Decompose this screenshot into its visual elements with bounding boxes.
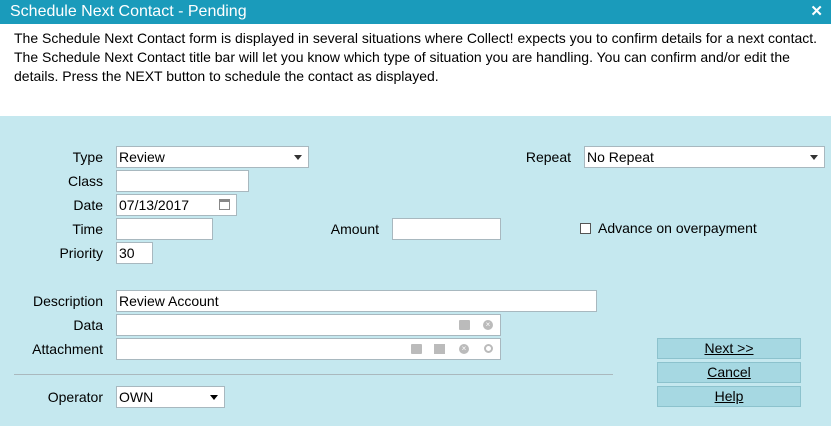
type-label: Type [72,149,103,165]
priority-input[interactable]: 30 [116,242,153,264]
calendar-icon[interactable] [219,199,230,210]
cancel-button[interactable]: Cancel [657,362,801,383]
folder-icon[interactable] [459,320,470,330]
attachment-input[interactable]: × [116,338,501,360]
operator-label: Operator [47,389,103,405]
next-button[interactable]: Next >> [657,338,801,359]
date-value: 07/13/2017 [119,197,190,213]
description-label: Description [32,293,103,309]
data-label: Data [73,317,103,333]
search-icon[interactable] [484,344,493,353]
folder-icon[interactable] [411,344,422,354]
date-label: Date [73,197,103,213]
window-title: Schedule Next Contact - Pending [10,3,247,20]
info-text: The Schedule Next Contact form is displa… [14,30,818,84]
description-input[interactable]: Review Account [116,290,597,312]
amount-input[interactable] [392,218,501,240]
dropdown-arrow-icon [210,395,218,400]
class-input[interactable] [116,170,249,192]
operator-value: OWN [119,389,154,405]
help-button[interactable]: Help [657,386,801,407]
type-value: Review [119,149,165,165]
data-input[interactable]: × [116,314,501,336]
time-label: Time [72,221,103,237]
advance-label: Advance on overpayment [598,220,757,236]
info-panel: The Schedule Next Contact form is displa… [0,24,831,116]
dropdown-arrow-icon [294,155,302,160]
repeat-label: Repeat [525,149,571,165]
description-value: Review Account [119,293,219,309]
attachment-label: Attachment [32,341,103,357]
type-select[interactable]: Review [116,146,309,168]
priority-value: 30 [119,245,135,261]
date-input[interactable]: 07/13/2017 [116,194,237,216]
clear-icon[interactable]: × [483,320,493,330]
clear-icon[interactable]: × [459,344,469,354]
separator [14,374,613,375]
repeat-value: No Repeat [587,149,654,165]
print-icon[interactable] [434,344,445,354]
advance-checkbox[interactable] [580,223,591,234]
close-icon[interactable]: ✕ [810,2,823,20]
repeat-select[interactable]: No Repeat [584,146,825,168]
title-bar: Schedule Next Contact - Pending ✕ [0,0,831,24]
time-input[interactable] [116,218,213,240]
priority-label: Priority [59,245,103,261]
amount-label: Amount [330,221,379,237]
dropdown-arrow-icon [810,155,818,160]
operator-select[interactable]: OWN [116,386,225,408]
class-label: Class [67,173,103,189]
